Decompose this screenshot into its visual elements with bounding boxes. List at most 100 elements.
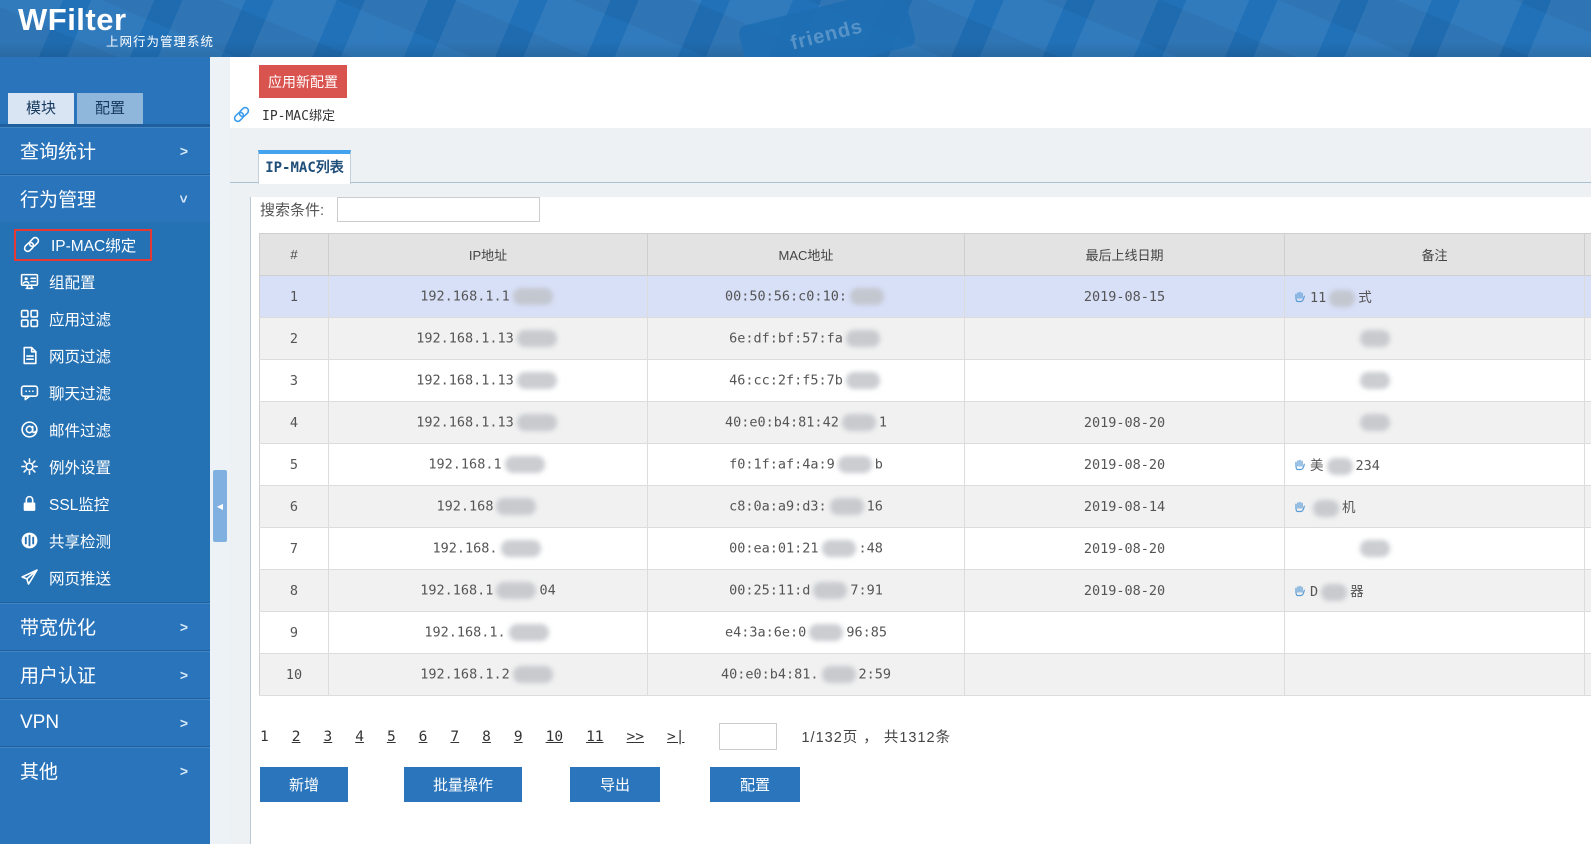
table-row[interactable]: 10192.168.1.240:e0:b4:81.2:59 <box>260 654 1591 696</box>
table-row[interactable]: 3192.168.1.1346:cc:2f:f5:7b <box>260 360 1591 402</box>
cell-ip: 192.168.1 <box>329 444 648 486</box>
redaction-smudge <box>517 372 557 389</box>
cell-cut <box>1585 570 1591 612</box>
redaction-smudge <box>822 540 856 557</box>
redaction-smudge <box>1321 584 1347 601</box>
table-row[interactable]: 5192.168.1f0:1f:af:4a:9b2019-08-20美234 <box>260 444 1591 486</box>
page-link[interactable]: 4 <box>355 729 364 745</box>
table-row[interactable]: 4192.168.1.1340:e0:b4:81:4212019-08-20 <box>260 402 1591 444</box>
table-row[interactable]: 6192.168c8:0a:a9:d3:162019-08-14机 <box>260 486 1591 528</box>
page-link[interactable]: 2 <box>292 729 301 745</box>
page-next-set[interactable]: >> <box>627 729 644 745</box>
sidebar-gutter: ◀ <box>210 57 230 844</box>
redaction-smudge <box>1360 372 1390 389</box>
redaction-smudge <box>513 288 553 305</box>
sidebar-tab-config[interactable]: 配置 <box>77 93 143 124</box>
page-jump-input[interactable] <box>719 723 777 750</box>
sidebar-section[interactable]: 行为管理> <box>0 174 210 222</box>
sidebar-tab-modules[interactable]: 模块 <box>8 93 74 124</box>
tab-ip-mac-list[interactable]: IP-MAC列表 <box>258 150 351 184</box>
table-header-cell: 备注 <box>1285 234 1585 276</box>
redaction-smudge <box>813 582 847 599</box>
sidebar-item[interactable]: 应用过滤 <box>0 300 210 337</box>
sidebar-section[interactable]: 用户认证> <box>0 650 210 698</box>
top-header: friends WFilter 上网行为管理系统 <box>0 0 1591 57</box>
redaction-smudge <box>1313 500 1339 517</box>
action-buttons: 新增 批量操作 导出 配置 <box>260 767 1591 802</box>
hand-icon <box>1293 290 1307 304</box>
sidebar-item[interactable]: 例外设置 <box>0 448 210 485</box>
sidebar-section-label: 用户认证 <box>20 661 96 688</box>
cell-ip: 192.168.1.13 <box>329 402 648 444</box>
sidebar-section[interactable]: VPN> <box>0 698 210 746</box>
chevron-right-icon: > <box>180 143 188 159</box>
table-row[interactable]: 1192.168.1.100:50:56:c0:10:2019-08-1511式 <box>260 276 1591 318</box>
cell-cut <box>1585 612 1591 654</box>
redaction-smudge <box>1360 330 1390 347</box>
pagination: 1234567891011>>>|1/132页 ， 共1312条 <box>260 723 1591 750</box>
content-body: IP-MAC列表 搜索条件: #IP地址MAC地址最后上线日期备注 1192.1… <box>230 128 1591 844</box>
cell-last-online: 2019-08-15 <box>965 276 1285 318</box>
sidebar-item[interactable]: SSL监控 <box>0 485 210 522</box>
table-header-cell: MAC地址 <box>648 234 965 276</box>
cell-num: 2 <box>260 318 329 360</box>
cell-cut <box>1585 654 1591 696</box>
sidebar-item-label: 网页推送 <box>49 567 111 589</box>
sidebar-item[interactable]: 共享检测 <box>0 522 210 559</box>
redaction-smudge <box>1329 290 1355 307</box>
page-link[interactable]: 5 <box>387 729 396 745</box>
search-input[interactable] <box>337 197 540 222</box>
table-header-row: #IP地址MAC地址最后上线日期备注 <box>260 234 1591 276</box>
cell-mac: e4:3a:6e:096:85 <box>648 612 965 654</box>
mail-icon <box>20 420 39 439</box>
chevron-right-icon: > <box>180 619 188 635</box>
table-row[interactable]: 9192.168.1.e4:3a:6e:096:85 <box>260 612 1591 654</box>
sidebar-section[interactable]: 带宽优化 > <box>0 602 210 650</box>
page-link[interactable]: 9 <box>514 729 523 745</box>
link-icon <box>22 235 41 254</box>
sidebar-section-label: 查询统计 <box>20 137 96 164</box>
page-summary: 1/132页 ， 共1312条 <box>801 726 951 747</box>
selection-annotation-box: IP-MAC绑定 <box>14 229 152 261</box>
apply-new-config-button[interactable]: 应用新配置 <box>259 65 347 98</box>
page-link[interactable]: 8 <box>482 729 491 745</box>
cell-mac: 00:ea:01:21:48 <box>648 528 965 570</box>
lock-icon <box>20 494 39 513</box>
cell-cut <box>1585 444 1591 486</box>
page-link[interactable]: 10 <box>546 729 563 745</box>
sidebar-collapse-handle[interactable]: ◀ <box>213 470 227 542</box>
cell-remark: D器 <box>1285 570 1585 612</box>
export-button[interactable]: 导出 <box>570 767 660 802</box>
sidebar-item[interactable]: 聊天过滤 <box>0 374 210 411</box>
page-link[interactable]: 6 <box>419 729 428 745</box>
table-row[interactable]: 2192.168.1.136e:df:bf:57:fa <box>260 318 1591 360</box>
sidebar-item[interactable]: 邮件过滤 <box>0 411 210 448</box>
table-row[interactable]: 8192.168.10400:25:11:d7:912019-08-20D器 <box>260 570 1591 612</box>
page-last[interactable]: >| <box>667 729 684 745</box>
sidebar-section-label: VPN <box>20 712 59 734</box>
page-link[interactable]: 7 <box>450 729 459 745</box>
sidebar-item[interactable]: IP-MAC绑定 <box>0 226 210 263</box>
sidebar-item[interactable]: 网页过滤 <box>0 337 210 374</box>
table-row[interactable]: 7192.168.00:ea:01:21:482019-08-20 <box>260 528 1591 570</box>
cell-cut <box>1585 318 1591 360</box>
config-button[interactable]: 配置 <box>710 767 800 802</box>
redaction-smudge <box>1360 414 1390 431</box>
sidebar-section-label: 带宽优化 <box>20 613 96 640</box>
sidebar-section-label: 其他 <box>20 757 58 784</box>
batch-operation-button[interactable]: 批量操作 <box>404 767 522 802</box>
sidebar-section[interactable]: 其他> <box>0 746 210 794</box>
cell-ip: 192.168. <box>329 528 648 570</box>
page-link[interactable]: 3 <box>323 729 332 745</box>
content-toolbar: 应用新配置 IP-MAC绑定 <box>230 57 1591 128</box>
sidebar-section-label: 行为管理 <box>20 185 96 212</box>
sidebar-submenu: IP-MAC绑定组配置应用过滤网页过滤聊天过滤邮件过滤例外设置SSL监控共享检测… <box>0 222 210 602</box>
cell-ip: 192.168.1.13 <box>329 360 648 402</box>
cell-ip: 192.168.1.13 <box>329 318 648 360</box>
page-link[interactable]: 11 <box>586 729 603 745</box>
sidebar-item[interactable]: 组配置 <box>0 263 210 300</box>
sidebar-section[interactable]: 查询统计 > <box>0 126 210 174</box>
add-button[interactable]: 新增 <box>260 767 348 802</box>
cell-remark <box>1285 402 1585 444</box>
sidebar-item[interactable]: 网页推送 <box>0 559 210 596</box>
